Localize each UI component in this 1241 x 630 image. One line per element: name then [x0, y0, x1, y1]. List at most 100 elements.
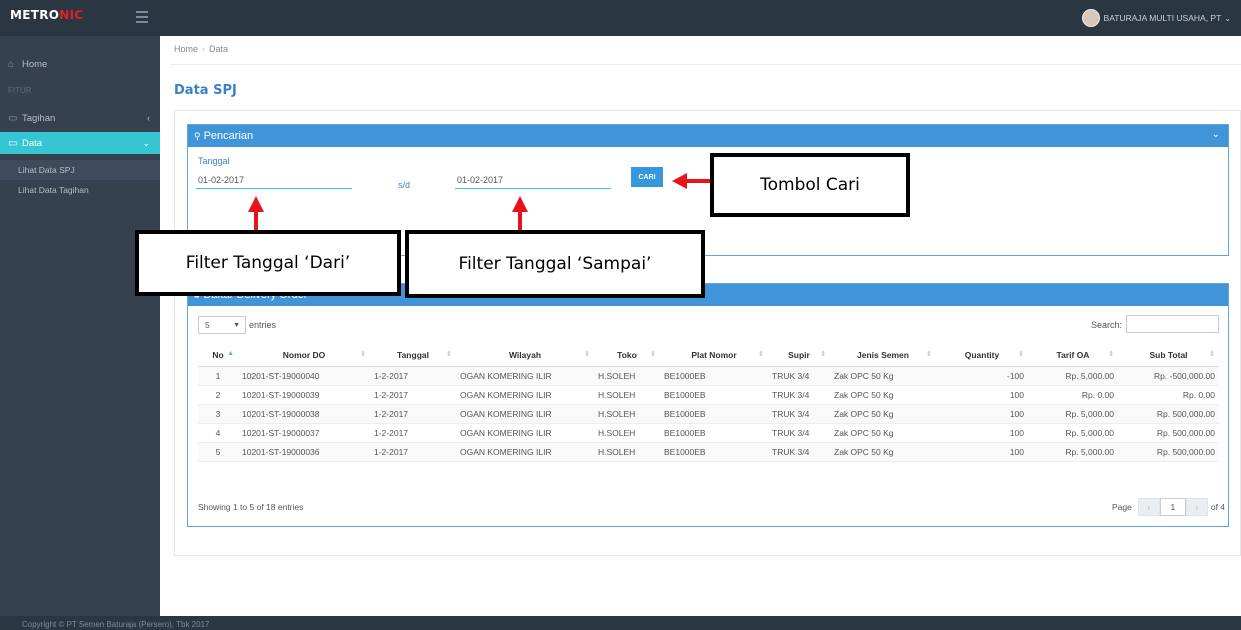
- table-header-row: No ▲ Nomor DO ⇕ Tanggal ⇕ Wilayah ⇕ Toko ⇕ Pl…: [198, 344, 1219, 367]
- search-panel-header[interactable]: ⚲ Pencarian ⌄: [188, 125, 1228, 147]
- cell-tanggal: 1-2-2017: [370, 423, 456, 443]
- sidebar: ⌂ Home FITUR ▭ Tagihan ‹ ▭ Data ⌄ Lihat …: [0, 36, 166, 616]
- table-row: 1 10201-ST-19000040 1-2-2017 OGAN KOMERI…: [198, 366, 1219, 386]
- column-header-nomor-do[interactable]: Nomor DO ⇕: [238, 344, 370, 367]
- entries-select-value: 5: [205, 320, 210, 330]
- menu-toggle-icon[interactable]: [136, 11, 148, 23]
- cell-supir: TRUK 3/4: [768, 404, 830, 424]
- entries-control: 5 ▼ entries: [198, 316, 276, 334]
- cell-sub-total: Rp. 500,000.00: [1118, 423, 1219, 443]
- sort-icon: ⇕: [1018, 351, 1024, 358]
- cell-wilayah: OGAN KOMERING ILIR: [456, 366, 594, 386]
- sort-icon: ⇕: [1108, 351, 1114, 358]
- cell-nomor-do: 10201-ST-19000038: [238, 404, 370, 424]
- cell-tanggal: 1-2-2017: [370, 404, 456, 424]
- sidebar-section-label: FITUR: [8, 86, 32, 95]
- divider: [170, 64, 1241, 65]
- sidebar-item-tagihan[interactable]: ▭ Tagihan ‹: [0, 107, 160, 129]
- footer: Copyright © PT Semen Baturaja (Persero),…: [0, 616, 1241, 630]
- sort-icon: ⇕: [820, 351, 826, 358]
- breadcrumb-current: Data: [209, 44, 229, 54]
- column-header-jenis-semen[interactable]: Jenis Semen ⇕: [830, 344, 936, 367]
- sidebar-item-label: Home: [22, 58, 48, 70]
- cell-plat-nomor: BE1000EB: [660, 366, 768, 386]
- sort-icon: ⇕: [1209, 351, 1215, 358]
- cell-supir: TRUK 3/4: [768, 442, 830, 462]
- user-menu[interactable]: BATURAJA MULTI USAHA, PT ⌄: [1081, 9, 1231, 27]
- sidebar-item-label: Data: [22, 137, 43, 149]
- chevron-down-icon[interactable]: ⌄: [1212, 129, 1220, 140]
- delivery-order-table: No ▲ Nomor DO ⇕ Tanggal ⇕ Wilayah ⇕ Toko ⇕ Pl…: [198, 344, 1219, 462]
- cell-tarif-oa: Rp. 5,000.00: [1028, 366, 1118, 386]
- sidebar-item-data[interactable]: ▭ Data ⌄: [0, 132, 166, 154]
- sidebar-item-label: Tagihan: [22, 112, 56, 124]
- annotation-tombol-cari: Tombol Cari: [710, 153, 910, 217]
- cell-quantity: 100: [936, 385, 1028, 405]
- column-header-wilayah[interactable]: Wilayah ⇕: [456, 344, 594, 367]
- column-header-quantity[interactable]: Quantity ⇕: [936, 344, 1028, 367]
- column-header-tanggal[interactable]: Tanggal ⇕: [370, 344, 456, 367]
- date-label: Tanggal: [198, 156, 230, 166]
- entries-select[interactable]: 5 ▼: [198, 316, 246, 334]
- column-header-toko[interactable]: Toko ⇕: [594, 344, 660, 367]
- cell-quantity: 100: [936, 423, 1028, 443]
- breadcrumb-separator-icon: ›: [202, 44, 206, 54]
- cell-toko: H.SOLEH: [594, 423, 660, 443]
- table-search-label: Search:: [1091, 320, 1123, 330]
- cell-toko: H.SOLEH: [594, 385, 660, 405]
- cell-wilayah: OGAN KOMERING ILIR: [456, 404, 594, 424]
- chevron-down-icon: ⌄: [1224, 13, 1231, 23]
- cell-sub-total: Rp. 0.00: [1118, 385, 1219, 405]
- pagination-page-label: Page: [1112, 502, 1132, 512]
- table-row: 3 10201-ST-19000038 1-2-2017 OGAN KOMERI…: [198, 404, 1219, 424]
- cell-supir: TRUK 3/4: [768, 385, 830, 405]
- sidebar-item-home[interactable]: ⌂ Home: [0, 53, 160, 75]
- cell-jenis-semen: Zak OPC 50 Kg: [830, 442, 936, 462]
- breadcrumb-home-link[interactable]: Home: [174, 44, 198, 54]
- cell-supir: TRUK 3/4: [768, 423, 830, 443]
- chevron-left-icon: ‹: [147, 113, 150, 123]
- cell-jenis-semen: Zak OPC 50 Kg: [830, 404, 936, 424]
- column-header-plat-nomor[interactable]: Plat Nomor ⇕: [660, 344, 768, 367]
- table-row: 4 10201-ST-19000037 1-2-2017 OGAN KOMERI…: [198, 423, 1219, 443]
- cell-jenis-semen: Zak OPC 50 Kg: [830, 366, 936, 386]
- pagination-prev-button[interactable]: ‹: [1137, 498, 1160, 516]
- sort-icon: ⇕: [758, 351, 764, 358]
- sort-icon: ⇕: [360, 351, 366, 358]
- cari-button[interactable]: CARI: [631, 167, 663, 187]
- pagination-total-pages: of 4: [1210, 502, 1226, 512]
- date-from-input[interactable]: [196, 171, 352, 189]
- pagination-page-input[interactable]: 1: [1159, 498, 1186, 516]
- sort-icon: ⇕: [926, 351, 932, 358]
- cell-toko: H.SOLEH: [594, 366, 660, 386]
- cell-sub-total: Rp. 500,000.00: [1118, 442, 1219, 462]
- active-indicator: [160, 137, 166, 149]
- sort-icon: ⇕: [446, 351, 452, 358]
- column-header-sub-total[interactable]: Sub Total ⇕: [1118, 344, 1219, 367]
- sidebar-subitem-lihat-data-spj[interactable]: Lihat Data SPJ: [0, 160, 160, 180]
- sidebar-subitem-lihat-data-tagihan[interactable]: Lihat Data Tagihan: [0, 180, 160, 200]
- table-row: 5 10201-ST-19000036 1-2-2017 OGAN KOMERI…: [198, 442, 1219, 462]
- logo-text-nic: NIC: [59, 8, 84, 22]
- app-logo[interactable]: METRONIC: [10, 8, 83, 22]
- top-navbar: METRONIC BATURAJA MULTI USAHA, PT ⌄: [0, 0, 1241, 36]
- dropdown-arrow-icon: ▼: [233, 321, 240, 329]
- pagination-next-button[interactable]: ›: [1185, 498, 1208, 516]
- date-to-input[interactable]: [455, 171, 611, 189]
- column-header-no[interactable]: No ▲: [198, 344, 238, 367]
- cell-wilayah: OGAN KOMERING ILIR: [456, 442, 594, 462]
- table-search-input[interactable]: [1126, 315, 1219, 333]
- cell-supir: TRUK 3/4: [768, 366, 830, 386]
- cell-jenis-semen: Zak OPC 50 Kg: [830, 423, 936, 443]
- cell-tanggal: 1-2-2017: [370, 385, 456, 405]
- card-icon: ▭: [8, 112, 18, 124]
- column-header-tarif-oa[interactable]: Tarif OA ⇕: [1028, 344, 1118, 367]
- cell-sub-total: Rp. 500,000.00: [1118, 404, 1219, 424]
- cell-plat-nomor: BE1000EB: [660, 423, 768, 443]
- cell-no: 1: [198, 366, 238, 386]
- cell-tarif-oa: Rp. 5,000.00: [1028, 442, 1118, 462]
- cell-nomor-do: 10201-ST-19000039: [238, 385, 370, 405]
- cell-jenis-semen: Zak OPC 50 Kg: [830, 385, 936, 405]
- column-header-supir[interactable]: Supir ⇕: [768, 344, 830, 367]
- annotation-filter-dari: Filter Tanggal ‘Dari’: [135, 230, 401, 296]
